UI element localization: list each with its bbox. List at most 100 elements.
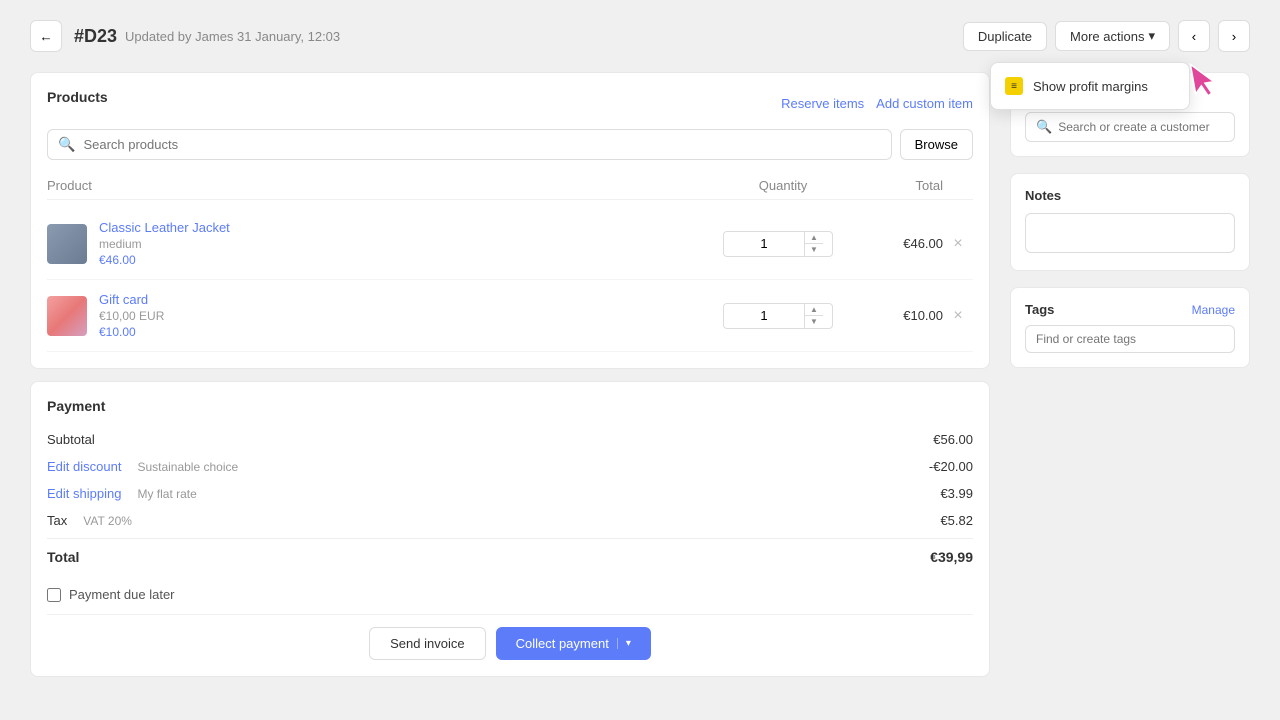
collect-payment-label: Collect payment bbox=[516, 636, 609, 651]
col-quantity-header: Quantity bbox=[723, 178, 843, 193]
edit-shipping-link[interactable]: Edit shipping bbox=[47, 486, 121, 501]
tags-card: Tags Manage bbox=[1010, 287, 1250, 368]
collect-payment-button[interactable]: Collect payment ▾ bbox=[496, 627, 651, 660]
tags-header: Tags Manage bbox=[1025, 302, 1235, 317]
payment-due-row: Payment due later bbox=[47, 575, 973, 614]
table-row: Classic Leather Jacket medium €46.00 ▲ ▼ bbox=[47, 208, 973, 280]
tax-value: €5.82 bbox=[940, 513, 973, 528]
tax-name: VAT 20% bbox=[83, 514, 940, 528]
product-total: €46.00 bbox=[843, 236, 943, 251]
products-card-header: Products Reserve items Add custom item bbox=[47, 89, 973, 117]
manage-tags-link[interactable]: Manage bbox=[1192, 303, 1235, 317]
products-card: Products Reserve items Add custom item 🔍… bbox=[30, 72, 990, 369]
shipping-name: My flat rate bbox=[137, 487, 940, 501]
shipping-row: Edit shipping My flat rate €3.99 bbox=[47, 480, 973, 507]
reserve-items-link[interactable]: Reserve items bbox=[781, 96, 864, 111]
product-search-box: 🔍 bbox=[47, 129, 892, 160]
collect-payment-arrow[interactable]: ▾ bbox=[617, 638, 631, 649]
product-total: €10.00 bbox=[843, 308, 943, 323]
payment-title: Payment bbox=[47, 398, 973, 414]
tags-title: Tags bbox=[1025, 302, 1054, 317]
send-invoice-button[interactable]: Send invoice bbox=[369, 627, 485, 660]
remove-product-button[interactable]: × bbox=[943, 307, 973, 325]
chevron-left-icon: ‹ bbox=[1192, 29, 1196, 44]
tax-label: Tax bbox=[47, 513, 67, 528]
qty-up-arrow[interactable]: ▲ bbox=[805, 232, 823, 244]
qty-arrows: ▲ ▼ bbox=[804, 232, 823, 256]
product-image bbox=[47, 296, 87, 336]
quantity-cell: ▲ ▼ bbox=[723, 303, 843, 329]
product-image bbox=[47, 224, 87, 264]
quantity-cell: ▲ ▼ bbox=[723, 231, 843, 257]
left-panel: Products Reserve items Add custom item 🔍… bbox=[30, 72, 990, 700]
nav-next-button[interactable]: › bbox=[1218, 20, 1250, 52]
table-row: Gift card €10,00 EUR €10.00 ▲ ▼ bbox=[47, 280, 973, 352]
product-price: €46.00 bbox=[99, 253, 723, 267]
product-search-row: 🔍 Browse bbox=[47, 129, 973, 160]
total-value: €39,99 bbox=[930, 549, 973, 565]
notes-textarea[interactable] bbox=[1025, 213, 1235, 253]
total-row: Total €39,99 bbox=[47, 538, 973, 575]
subtotal-row: Subtotal €56.00 bbox=[47, 426, 973, 453]
product-variant: €10,00 EUR bbox=[99, 309, 723, 323]
discount-value: -€20.00 bbox=[929, 459, 973, 474]
quantity-input[interactable]: ▲ ▼ bbox=[723, 231, 833, 257]
edit-discount-link[interactable]: Edit discount bbox=[47, 459, 121, 474]
col-product-header: Product bbox=[47, 178, 723, 193]
customer-search-icon: 🔍 bbox=[1036, 119, 1052, 135]
back-button[interactable]: ← bbox=[30, 20, 62, 52]
order-updated: Updated by James 31 January, 12:03 bbox=[125, 29, 340, 44]
product-variant: medium bbox=[99, 237, 723, 251]
more-actions-button[interactable]: More actions ▾ bbox=[1055, 21, 1170, 51]
tags-search-input[interactable] bbox=[1036, 332, 1224, 346]
nav-prev-button[interactable]: ‹ bbox=[1178, 20, 1210, 52]
product-info: Gift card €10,00 EUR €10.00 bbox=[99, 292, 723, 339]
discount-row: Edit discount Sustainable choice -€20.00 bbox=[47, 453, 973, 480]
total-label: Total bbox=[47, 549, 79, 565]
subtotal-label: Subtotal bbox=[47, 432, 95, 447]
subtotal-value: €56.00 bbox=[933, 432, 973, 447]
payment-card: Payment Subtotal €56.00 Edit discount Su… bbox=[30, 381, 990, 677]
browse-button[interactable]: Browse bbox=[900, 129, 973, 160]
customer-search-box: 🔍 bbox=[1025, 112, 1235, 142]
payment-due-checkbox[interactable] bbox=[47, 588, 61, 602]
table-headers: Product Quantity Total bbox=[47, 172, 973, 200]
search-products-input[interactable] bbox=[83, 137, 880, 152]
header: ← #D23 Updated by James 31 January, 12:0… bbox=[30, 20, 1250, 52]
products-actions: Reserve items Add custom item bbox=[781, 96, 973, 111]
duplicate-button[interactable]: Duplicate bbox=[963, 22, 1047, 51]
profit-margins-icon: ≡ bbox=[1005, 77, 1023, 95]
quantity-input[interactable]: ▲ ▼ bbox=[723, 303, 833, 329]
back-icon: ← bbox=[39, 29, 52, 44]
show-profit-margins-item[interactable]: ≡ Show profit margins bbox=[991, 69, 1189, 103]
search-icon: 🔍 bbox=[58, 136, 75, 153]
product-name[interactable]: Gift card bbox=[99, 292, 723, 307]
tags-search-box bbox=[1025, 325, 1235, 353]
product-price: €10.00 bbox=[99, 325, 723, 339]
more-actions-label: More actions bbox=[1070, 29, 1144, 44]
payment-due-label: Payment due later bbox=[69, 587, 175, 602]
order-id: #D23 bbox=[74, 26, 117, 47]
add-custom-item-link[interactable]: Add custom item bbox=[876, 96, 973, 111]
remove-product-button[interactable]: × bbox=[943, 235, 973, 253]
qty-down-arrow[interactable]: ▼ bbox=[805, 244, 823, 256]
qty-up-arrow[interactable]: ▲ bbox=[805, 304, 823, 316]
tax-row: Tax VAT 20% €5.82 bbox=[47, 507, 973, 534]
more-actions-dropdown: ≡ Show profit margins bbox=[990, 62, 1190, 110]
show-profit-margins-label: Show profit margins bbox=[1033, 79, 1148, 94]
qty-field[interactable] bbox=[724, 232, 804, 255]
products-title: Products bbox=[47, 89, 108, 105]
col-total-header: Total bbox=[843, 178, 943, 193]
card-footer: Send invoice Collect payment ▾ bbox=[47, 614, 973, 660]
right-panel: Customer 🔍 Notes Tags Manage bbox=[1010, 72, 1250, 700]
notes-card: Notes bbox=[1010, 173, 1250, 271]
discount-name: Sustainable choice bbox=[137, 460, 928, 474]
qty-down-arrow[interactable]: ▼ bbox=[805, 316, 823, 328]
product-info: Classic Leather Jacket medium €46.00 bbox=[99, 220, 723, 267]
shipping-value: €3.99 bbox=[940, 486, 973, 501]
notes-title: Notes bbox=[1025, 188, 1235, 203]
header-actions: Duplicate More actions ▾ ‹ › ≡ Show prof… bbox=[963, 20, 1250, 52]
customer-search-input[interactable] bbox=[1058, 120, 1224, 134]
qty-field[interactable] bbox=[724, 304, 804, 327]
product-name[interactable]: Classic Leather Jacket bbox=[99, 220, 723, 235]
